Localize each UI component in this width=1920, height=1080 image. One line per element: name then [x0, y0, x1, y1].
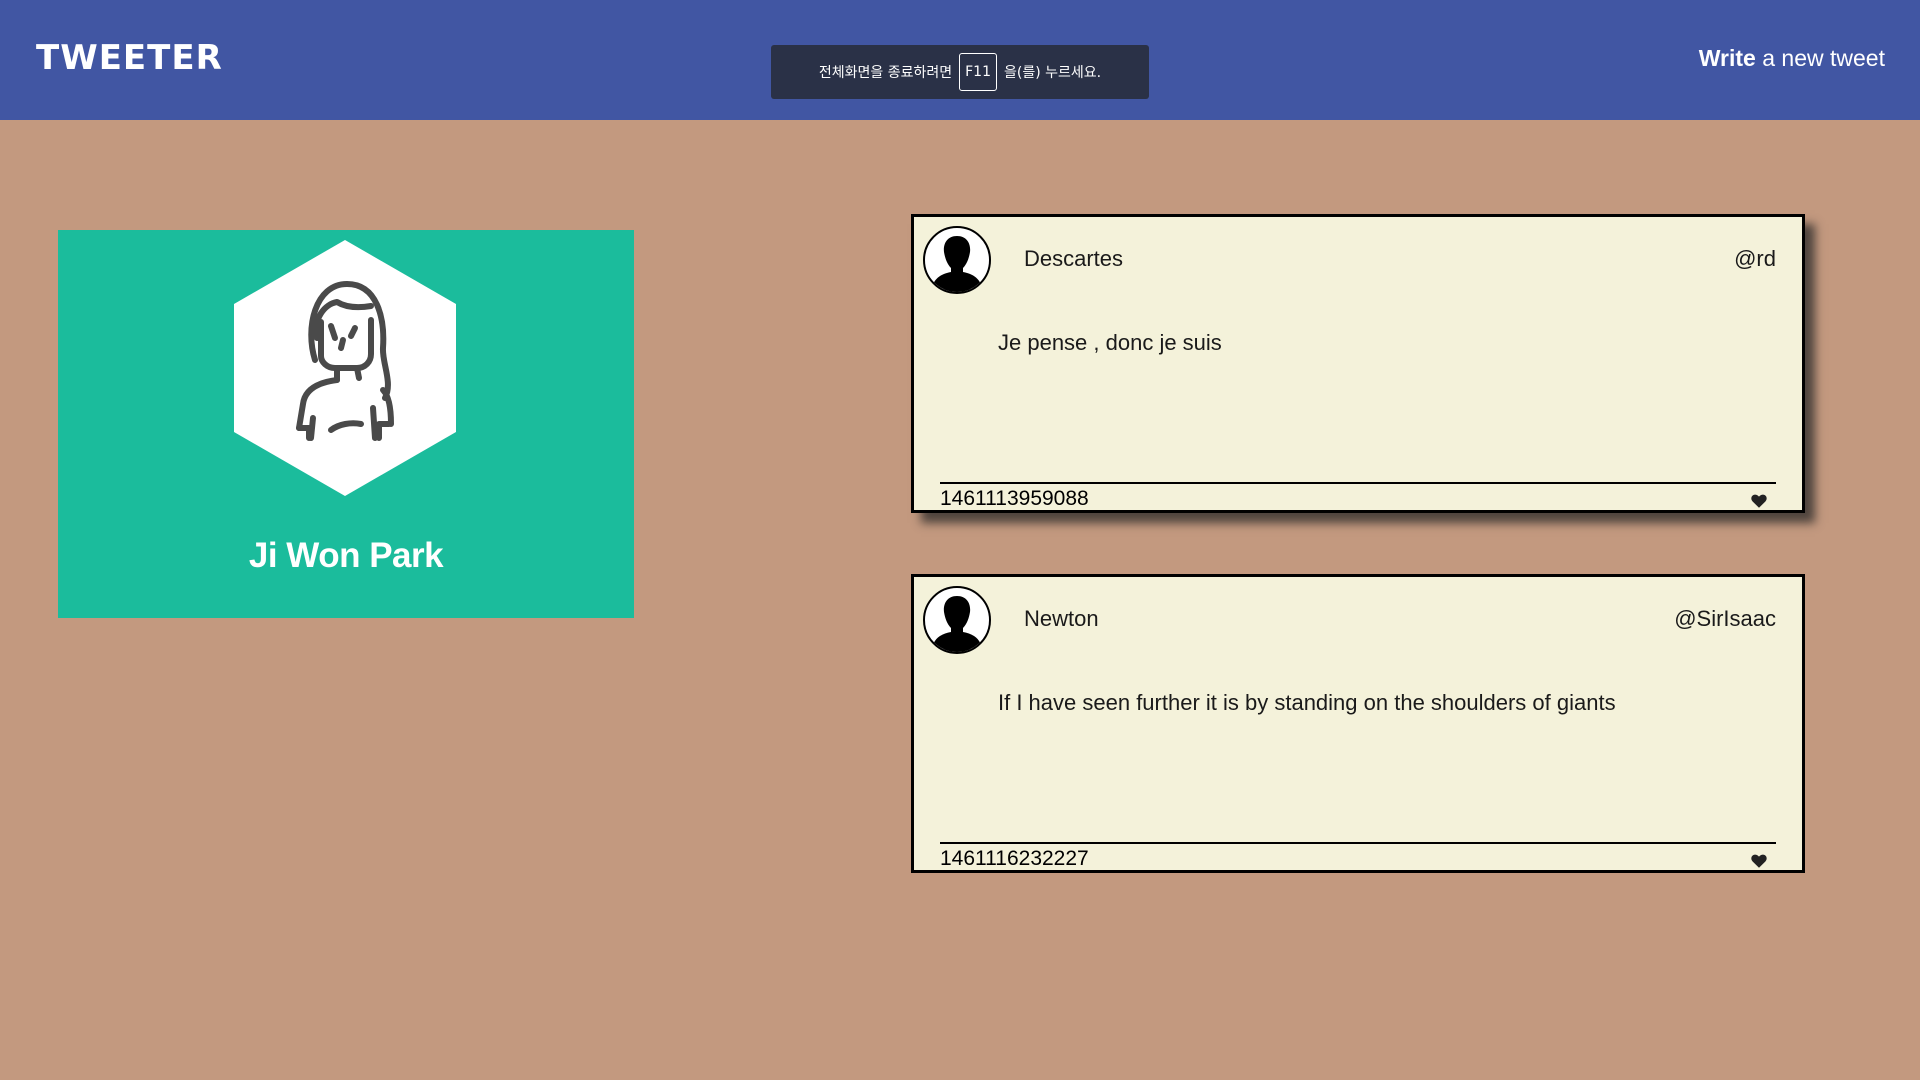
- tweet-card: Newton @SirIsaac If I have seen further …: [911, 574, 1805, 873]
- tweet-text: If I have seen further it is by standing…: [998, 690, 1616, 715]
- user-silhouette-icon: [923, 586, 991, 654]
- tweet-footer-divider: [940, 482, 1776, 484]
- user-silhouette-icon: [923, 226, 991, 294]
- heart-icon[interactable]: [1750, 492, 1768, 510]
- tweet-timestamp: 1461116232227: [940, 847, 1089, 870]
- profile-card: Ji Won Park: [58, 230, 634, 618]
- write-link-rest: a new tweet: [1755, 45, 1885, 71]
- woman-avatar-icon: [296, 281, 394, 441]
- tweet-card: Descartes @rd Je pense , donc je suis 14…: [911, 214, 1805, 513]
- fullscreen-notice-text-before: 전체화면을 종료하려면: [818, 65, 953, 81]
- tweet-author-name: Descartes: [1024, 246, 1124, 271]
- tweet-text: Je pense , donc je suis: [998, 330, 1222, 355]
- tweet-author-handle: @SirIsaac: [1674, 606, 1776, 631]
- tweet-timestamp: 1461113959088: [940, 487, 1089, 510]
- write-link-bold: Write: [1698, 45, 1756, 71]
- write-new-tweet-link[interactable]: Write a new tweet: [1699, 45, 1885, 72]
- top-nav-bar: TWEETER 전체화면을 종료하려면 F11 을(를) 누르세요. Write…: [0, 0, 1920, 120]
- app-logo[interactable]: TWEETER: [36, 38, 223, 78]
- tweet-author-name: Newton: [1024, 606, 1099, 631]
- tweet-footer-divider: [940, 842, 1776, 844]
- heart-icon[interactable]: [1750, 852, 1768, 870]
- tweet-author-handle: @rd: [1734, 246, 1776, 271]
- f11-key-badge: F11: [959, 53, 997, 91]
- fullscreen-exit-notice: 전체화면을 종료하려면 F11 을(를) 누르세요.: [771, 45, 1149, 99]
- profile-avatar-hexagon: [234, 240, 456, 496]
- fullscreen-notice-text-after: 을(를) 누르세요.: [1004, 65, 1102, 81]
- profile-name: Ji Won Park: [248, 536, 444, 575]
